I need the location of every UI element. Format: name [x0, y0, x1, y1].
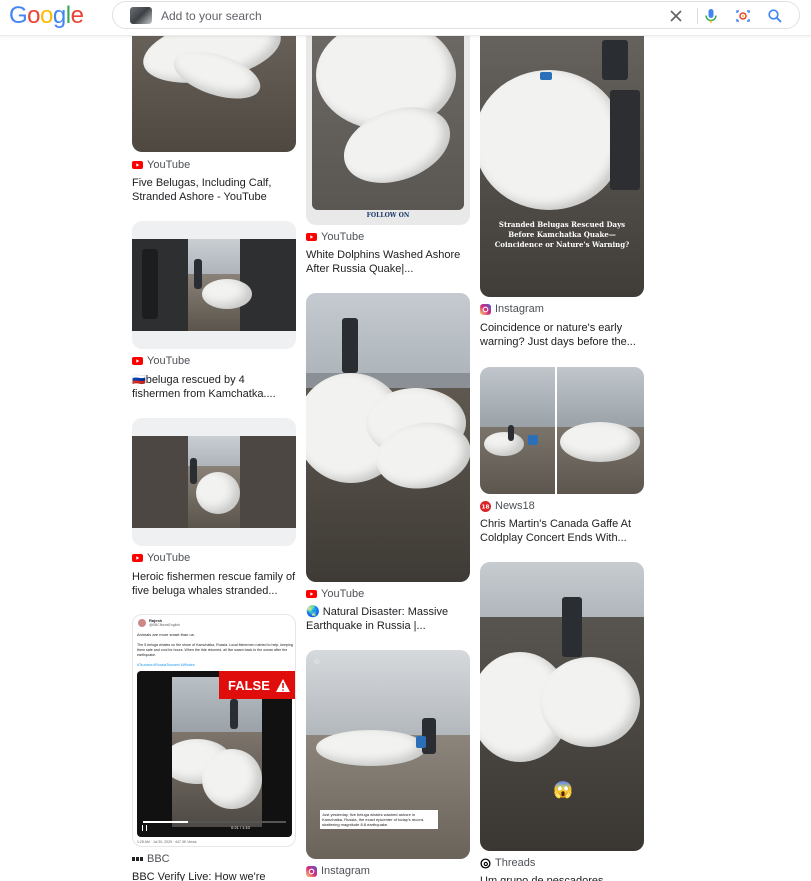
result-image[interactable]: Rajesh @BBCNewsEnglish Animals are more … — [132, 614, 296, 847]
result-source[interactable]: YouTube — [306, 587, 364, 601]
scared-face-emoji: 😱 — [553, 782, 573, 799]
result-title[interactable]: 🇷🇺beluga rescued by 4 fishermen from Kam… — [132, 373, 296, 401]
result-image[interactable]: Just yesterday, five beluga whales washe… — [306, 650, 470, 859]
tweet-text-body: The 5 beluga whales on the shore of Kamc… — [137, 643, 293, 657]
result-image[interactable]: 😱 — [480, 562, 644, 851]
logo-letter-o2: o — [40, 2, 53, 29]
search-box — [112, 1, 800, 29]
logo-letter-o1: o — [27, 2, 41, 29]
tweet-date: 1:28 AM · Jul 30, 2025 · 447.3K Views — [137, 840, 197, 844]
result-title[interactable]: Coincidence or nature's early warning? J… — [480, 321, 644, 349]
result-source[interactable]: YouTube — [306, 230, 364, 244]
tweet-text: Animals are more smart than us. — [137, 632, 195, 637]
logo-letter-e: e — [70, 2, 84, 29]
source-name: YouTube — [147, 552, 191, 564]
result-source[interactable]: Threads — [480, 856, 535, 870]
result-source[interactable]: YouTube — [132, 354, 190, 368]
false-badge: FALSE — [219, 671, 295, 699]
instagram-icon — [480, 303, 491, 315]
pause-icon[interactable] — [142, 825, 147, 831]
video-time: 0:21 / 1:10 — [231, 825, 250, 830]
search-input[interactable] — [161, 6, 641, 26]
follow-banner: FOLLOW ON — [366, 212, 410, 219]
result-title[interactable]: White Dolphins Washed Ashore After Russi… — [306, 248, 470, 276]
search-icon[interactable] — [765, 6, 785, 26]
result-image[interactable] — [480, 367, 644, 494]
clear-icon[interactable] — [666, 6, 686, 26]
image-overlay-text: Stranded Belugas Rescued Days Before Kam… — [494, 220, 630, 249]
result-image[interactable] — [306, 293, 470, 582]
search-image-thumbnail[interactable] — [130, 7, 152, 24]
youtube-icon — [132, 160, 143, 171]
result-title[interactable]: Um grupo de pescadores — [480, 874, 644, 881]
bbc-icon — [132, 854, 143, 865]
source-name: Threads — [495, 857, 536, 869]
source-name: YouTube — [321, 231, 365, 243]
microphone-icon[interactable] — [701, 6, 721, 26]
image-caption: Just yesterday, five beluga whales washe… — [320, 810, 438, 829]
source-name: BBC — [147, 853, 170, 865]
result-title[interactable]: 🌏 Natural Disaster: Massive Earthquake i… — [306, 605, 470, 633]
source-name: YouTube — [147, 159, 191, 171]
youtube-icon — [132, 553, 143, 564]
google-logo[interactable]: Google — [9, 2, 84, 30]
instagram-icon — [306, 865, 317, 877]
svg-text:18: 18 — [482, 504, 490, 510]
source-name: YouTube — [147, 355, 191, 367]
top-bar: Google — [0, 0, 811, 36]
threads-icon — [480, 857, 491, 869]
result-source[interactable]: Instagram — [306, 864, 370, 878]
result-source[interactable]: YouTube — [132, 551, 190, 565]
result-title[interactable]: Chris Martin's Canada Gaffe At Coldplay … — [480, 517, 644, 545]
logo-letter-g: G — [9, 2, 28, 29]
result-title[interactable]: Heroic fishermen rescue family of five b… — [132, 570, 296, 598]
result-source[interactable]: BBC — [132, 852, 170, 866]
result-image[interactable] — [132, 221, 296, 349]
result-source[interactable]: YouTube — [132, 158, 190, 172]
youtube-icon — [132, 356, 143, 367]
warning-icon — [275, 678, 290, 692]
result-title[interactable]: BBC Verify Live: How we're — [132, 870, 296, 881]
source-name: News18 — [495, 500, 535, 512]
source-name: YouTube — [321, 588, 365, 600]
source-name: Instagram — [495, 303, 544, 315]
false-label: FALSE — [228, 677, 270, 693]
tweet-hashtags: #Tsunami #RussiaTsunami #Whales — [137, 663, 195, 667]
tweet-handle: @BBCNewsEnglish — [149, 623, 180, 627]
logo-letter-g2: g — [52, 2, 66, 29]
source-name: Instagram — [321, 865, 370, 877]
result-title[interactable]: Five Belugas, Including Calf, Stranded A… — [132, 176, 296, 204]
result-image[interactable]: Stranded Belugas Rescued Days Before Kam… — [480, 0, 644, 297]
result-image[interactable] — [132, 418, 296, 546]
news18-icon: 18 — [480, 500, 491, 512]
result-source[interactable]: Instagram — [480, 302, 544, 316]
search-divider — [697, 8, 698, 24]
youtube-icon — [306, 232, 317, 243]
youtube-icon — [306, 589, 317, 600]
result-source[interactable]: 18 News18 — [480, 499, 535, 513]
lens-camera-icon[interactable] — [733, 6, 753, 26]
